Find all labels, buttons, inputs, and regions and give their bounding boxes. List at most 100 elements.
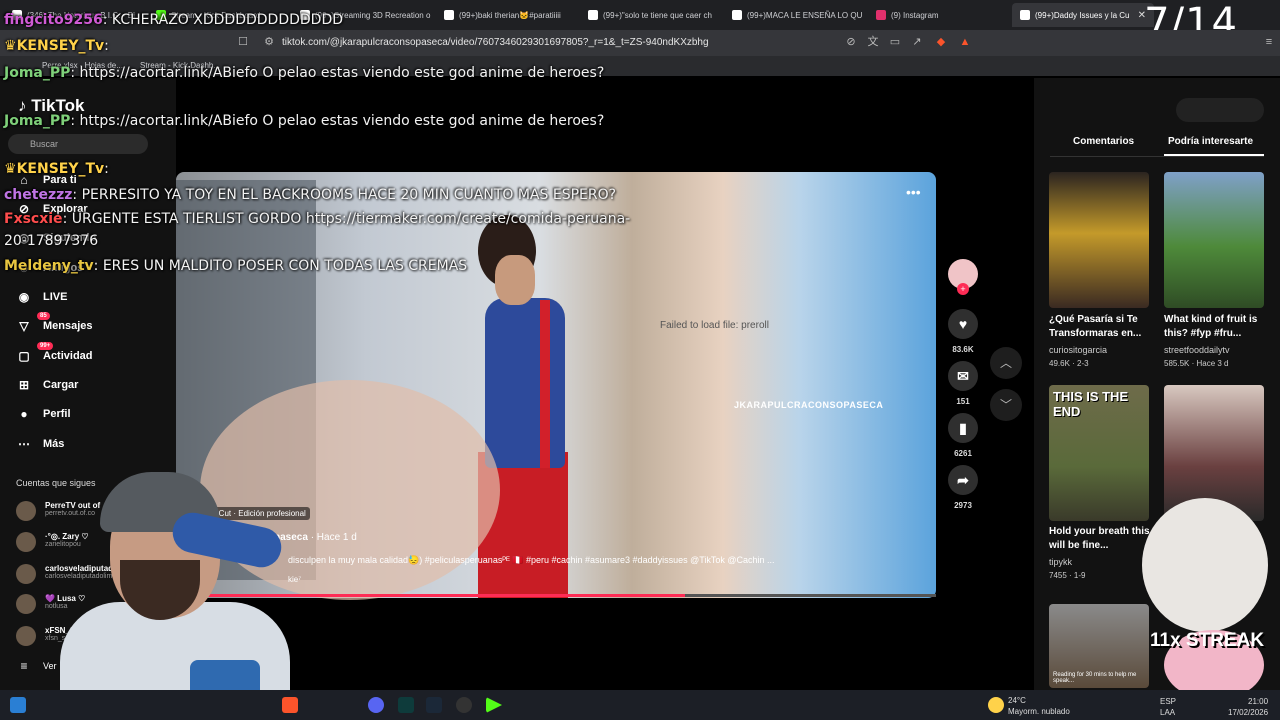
- browser-tab[interactable]: (99+)baki therian🐱#paratiiiii: [436, 3, 578, 27]
- browser-tab[interactable]: (99+)"solo te tiene que caer ch: [580, 3, 722, 27]
- recommended-title[interactable]: ¿Qué Pasaría si Te Transformaras en...: [1049, 313, 1151, 341]
- preroll-error-text: Failed to load file: preroll: [660, 320, 769, 331]
- following-account[interactable]: carlosveladiputado carlosveladiputadolima: [16, 564, 118, 584]
- menu-icon[interactable]: ≡: [1262, 35, 1276, 49]
- chat-message: Joma_PP: https://acortar.link/ABiefo O p…: [4, 65, 605, 81]
- tab-comentarios[interactable]: Comentarios: [1073, 136, 1134, 147]
- share-icon[interactable]: ↗: [910, 35, 924, 49]
- windows-taskbar: [0, 690, 1280, 720]
- weather-temp: 24°C: [1008, 696, 1026, 705]
- weather-icon[interactable]: [988, 697, 1004, 713]
- language-sub: LAA: [1160, 708, 1176, 717]
- video-thumbnail[interactable]: [1049, 172, 1149, 308]
- recommended-author[interactable]: curiositogarcia: [1049, 345, 1107, 355]
- recommended-stats: 49.6K · 2-3: [1049, 359, 1089, 368]
- recommended-stats: 7455 · 1-9: [1049, 571, 1086, 580]
- next-video-button[interactable]: ﹀: [990, 389, 1022, 421]
- search-input[interactable]: Buscar: [8, 134, 148, 154]
- video-blur-hand: [200, 380, 500, 600]
- block-icon[interactable]: ⊘: [844, 35, 858, 49]
- cast-icon[interactable]: ▭: [888, 35, 902, 49]
- recommended-title[interactable]: What kind of fruit is this? #fyp #fru...: [1164, 313, 1266, 341]
- panel-toolbar: [1176, 98, 1264, 122]
- video-music[interactable]: kie⁷: [288, 575, 301, 584]
- messages-badge: 85: [37, 312, 50, 320]
- tab-podria-interesarte[interactable]: Podría interesarte: [1168, 136, 1253, 147]
- translate-icon[interactable]: 文: [866, 35, 880, 49]
- more-options-icon[interactable]: •••: [906, 184, 921, 200]
- chat-message: fingcito9256: KCHERAZO XDDDDDDDDDDDDD: [4, 12, 344, 28]
- avatar: [16, 564, 36, 584]
- url-text[interactable]: tiktok.com/@jkarapulcraconsopaseca/video…: [282, 37, 709, 48]
- nav-item-live[interactable]: ◉ LIVE: [16, 289, 68, 305]
- activity-badge: 99+: [37, 342, 54, 350]
- nav-item-perfil[interactable]: ● Perfil: [16, 406, 70, 422]
- avatar: [16, 532, 36, 552]
- clock-time[interactable]: 21:00: [1248, 697, 1268, 706]
- brave-icon[interactable]: [282, 697, 298, 713]
- following-account[interactable]: PerreTV out of perretv.out.of.co: [16, 501, 100, 521]
- comment-button[interactable]: ✉ 151: [948, 361, 978, 406]
- chat-username: KENSEY_Tv: [16, 38, 105, 54]
- browser-tab[interactable]: (99+)MACA LE ENSEÑA LO QU: [724, 3, 866, 27]
- chevron-up-icon: ︿: [999, 356, 1012, 370]
- weather-desc: Mayorm. nublado: [1008, 707, 1070, 716]
- heart-icon: ♥: [948, 309, 978, 339]
- chat-username: fingcito9256: [4, 12, 103, 28]
- nav-item-actividad[interactable]: ▢ 99+ Actividad: [16, 342, 93, 364]
- site-settings-icon[interactable]: ⚙: [262, 35, 276, 49]
- chat-message: ♛KENSEY_Tv:: [4, 38, 109, 54]
- video-thumbnail[interactable]: THIS IS THE END: [1049, 385, 1149, 521]
- chat-username: KENSEY_Tv: [16, 161, 105, 177]
- upload-icon: ⊞: [18, 378, 30, 392]
- recommended-author[interactable]: tipykk: [1049, 557, 1072, 567]
- following-account[interactable]: 💜 Lusa ♡ notlusa: [16, 594, 85, 614]
- nav-item-mensajes[interactable]: ▽ 85 Mensajes: [16, 312, 93, 334]
- chat-message: 20-17897376: [4, 233, 99, 249]
- bookmark-icon[interactable]: ☐: [236, 35, 250, 49]
- follow-plus-icon[interactable]: +: [957, 283, 969, 295]
- language-indicator[interactable]: ESP: [1160, 697, 1176, 706]
- save-button[interactable]: ▮ 6261: [948, 413, 978, 458]
- obs-icon[interactable]: [456, 697, 472, 713]
- video-thumbnail[interactable]: Reading for 30 mins to help me speak...: [1049, 604, 1149, 688]
- share-button[interactable]: ➦ 2973: [948, 465, 978, 510]
- video-caption: disculpen la muy mala calidad😓) #pelicul…: [288, 555, 775, 565]
- chat-message: Meldeny_tv: ERES UN MALDITO POSER CON TO…: [4, 258, 468, 274]
- nav-item-mas[interactable]: ⋯ Más: [16, 436, 64, 452]
- brave-rewards-icon[interactable]: ▲: [958, 35, 972, 49]
- nav-item-cargar[interactable]: ⊞ Cargar: [16, 377, 79, 393]
- instagram-icon: [876, 10, 886, 20]
- streak-overlay: 11x STREAK: [1150, 630, 1265, 651]
- activity-icon: ▢: [18, 349, 30, 363]
- screen: (346) The Notorious B.I.G. - Bi Stream -…: [0, 0, 1280, 720]
- chevron-down-icon: ﹀: [999, 398, 1012, 412]
- video-watermark: JKARAPULCRACONSOPASECA: [734, 400, 884, 410]
- windows-start-icon[interactable]: [10, 697, 26, 713]
- bookmark-icon: ▮: [948, 413, 978, 443]
- active-tab-indicator: [1164, 154, 1264, 156]
- browser-tab[interactable]: (9) Instagram: [868, 3, 1010, 27]
- profile-icon: ●: [20, 407, 28, 421]
- recommended-author[interactable]: streetfooddailytv: [1164, 345, 1230, 355]
- following-account[interactable]: ·°◎. Zary ♡ zarielitopou: [16, 532, 89, 552]
- tiktok-icon: [588, 10, 598, 20]
- brave-shield-icon[interactable]: ◆: [934, 35, 948, 49]
- video-author[interactable]: paseca · Hace 1 d: [274, 532, 357, 543]
- recommended-title[interactable]: Hold your breath this will be fine...: [1049, 525, 1151, 553]
- chat-username: Joma_PP: [4, 113, 71, 129]
- see-more-link[interactable]: ≡ Ver: [16, 658, 56, 674]
- clock-date: 17/02/2026: [1228, 708, 1269, 717]
- discord-icon[interactable]: [368, 697, 384, 713]
- video-thumbnail[interactable]: [1164, 172, 1264, 308]
- steam-icon[interactable]: [426, 697, 442, 713]
- terminal-icon[interactable]: [398, 697, 414, 713]
- chat-username: Fxscxie: [4, 211, 63, 227]
- avatar: [16, 501, 36, 521]
- video-progress-bar[interactable]: [176, 594, 936, 597]
- previous-video-button[interactable]: ︿: [990, 347, 1022, 379]
- browser-tab-active[interactable]: (99+)Daddy Issues y la Cu ✕: [1012, 3, 1154, 27]
- chat-username: chetezzz: [4, 187, 73, 203]
- like-button[interactable]: ♥ 83.6K: [948, 309, 978, 354]
- crown-icon: ♛: [4, 161, 17, 177]
